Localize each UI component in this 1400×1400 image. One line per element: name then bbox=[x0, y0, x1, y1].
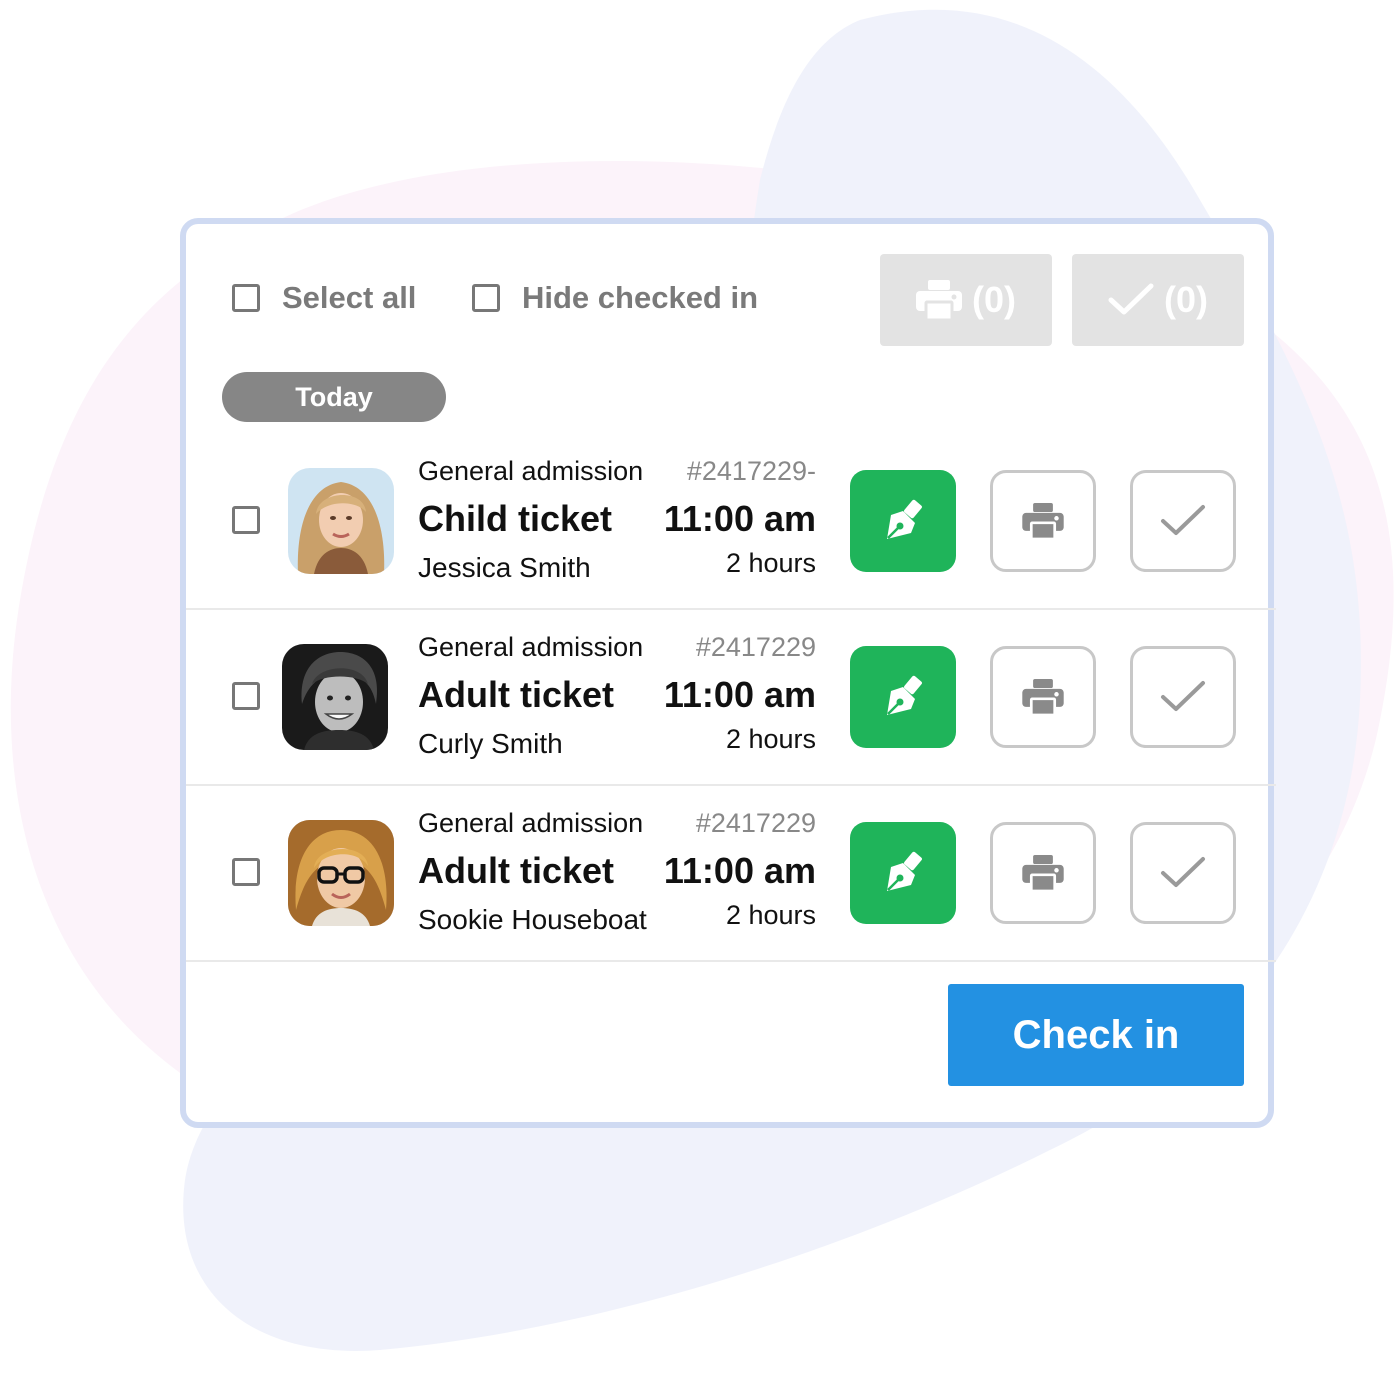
ticket-checkbox[interactable] bbox=[232, 858, 260, 886]
check-selected-button[interactable]: (0) bbox=[1072, 254, 1244, 346]
ticket-holder-name: Jessica Smith bbox=[418, 552, 591, 583]
checkmark-icon bbox=[1161, 857, 1205, 887]
print-ticket-button[interactable] bbox=[990, 470, 1096, 572]
ticket-number: #2417229- bbox=[686, 456, 816, 486]
checkmark-icon bbox=[1161, 505, 1205, 535]
select-all-label: Select all bbox=[282, 280, 417, 315]
checkmark-icon bbox=[1161, 681, 1205, 711]
hide-checked-in-label: Hide checked in bbox=[522, 280, 759, 315]
checkmark-icon bbox=[1108, 283, 1154, 315]
ticket-number: #2417229 bbox=[695, 632, 816, 662]
pen-nib-icon bbox=[887, 675, 922, 715]
printer-icon bbox=[1022, 503, 1064, 539]
ticket-duration: 2 hours bbox=[725, 900, 816, 930]
ticket-checkbox[interactable] bbox=[232, 506, 260, 534]
print-selected-button[interactable]: (0) bbox=[880, 254, 1052, 346]
avatar bbox=[288, 820, 394, 926]
ticket-time: 11:00 am bbox=[663, 498, 816, 539]
ticket-time: 11:00 am bbox=[663, 850, 816, 891]
select-all-checkbox[interactable] bbox=[232, 284, 260, 312]
ticket-category: General admission bbox=[418, 456, 644, 486]
ticket-category: General admission bbox=[418, 808, 644, 838]
ticket-holder-name: Sookie Houseboat bbox=[418, 904, 647, 935]
ticket-row: General admission #2417229 Adult ticket … bbox=[186, 610, 1276, 786]
printer-icon bbox=[916, 280, 962, 320]
ticket-time: 11:00 am bbox=[663, 674, 816, 715]
ticket-duration: 2 hours bbox=[725, 724, 816, 754]
print-count: (0) bbox=[972, 279, 1016, 320]
printer-icon bbox=[1022, 679, 1064, 715]
ticket-title: Child ticket bbox=[418, 498, 613, 539]
day-group-label: Today bbox=[222, 372, 446, 422]
check-in-ticket-button[interactable] bbox=[1130, 646, 1236, 748]
check-in-ticket-button[interactable] bbox=[1130, 470, 1236, 572]
avatar bbox=[282, 644, 388, 750]
ticket-row: General admission #2417229 Adult ticket … bbox=[186, 786, 1276, 962]
ticket-title: Adult ticket bbox=[418, 850, 615, 891]
pen-nib-icon bbox=[887, 499, 922, 539]
ticket-title: Adult ticket bbox=[418, 674, 615, 715]
select-all-toggle[interactable]: Select all bbox=[232, 280, 416, 316]
check-in-panel: Select all Hide checked in (0) (0) Today bbox=[180, 218, 1276, 1128]
avatar bbox=[288, 468, 394, 574]
print-ticket-button[interactable] bbox=[990, 646, 1096, 748]
ticket-row: General admission #2417229- Child ticket… bbox=[186, 434, 1276, 610]
printer-icon bbox=[1022, 855, 1064, 891]
check-in-button[interactable]: Check in bbox=[948, 984, 1244, 1086]
ticket-number: #2417229 bbox=[695, 808, 816, 838]
sign-button[interactable] bbox=[850, 470, 956, 572]
sign-button[interactable] bbox=[850, 822, 956, 924]
check-in-ticket-button[interactable] bbox=[1130, 822, 1236, 924]
ticket-duration: 2 hours bbox=[725, 548, 816, 578]
pen-nib-icon bbox=[887, 851, 922, 891]
ticket-category: General admission bbox=[418, 632, 644, 662]
print-ticket-button[interactable] bbox=[990, 822, 1096, 924]
hide-checked-in-toggle[interactable]: Hide checked in bbox=[472, 280, 758, 316]
hide-checked-in-checkbox[interactable] bbox=[472, 284, 500, 312]
check-count: (0) bbox=[1164, 279, 1208, 320]
ticket-checkbox[interactable] bbox=[232, 682, 260, 710]
sign-button[interactable] bbox=[850, 646, 956, 748]
ticket-holder-name: Curly Smith bbox=[418, 728, 563, 759]
